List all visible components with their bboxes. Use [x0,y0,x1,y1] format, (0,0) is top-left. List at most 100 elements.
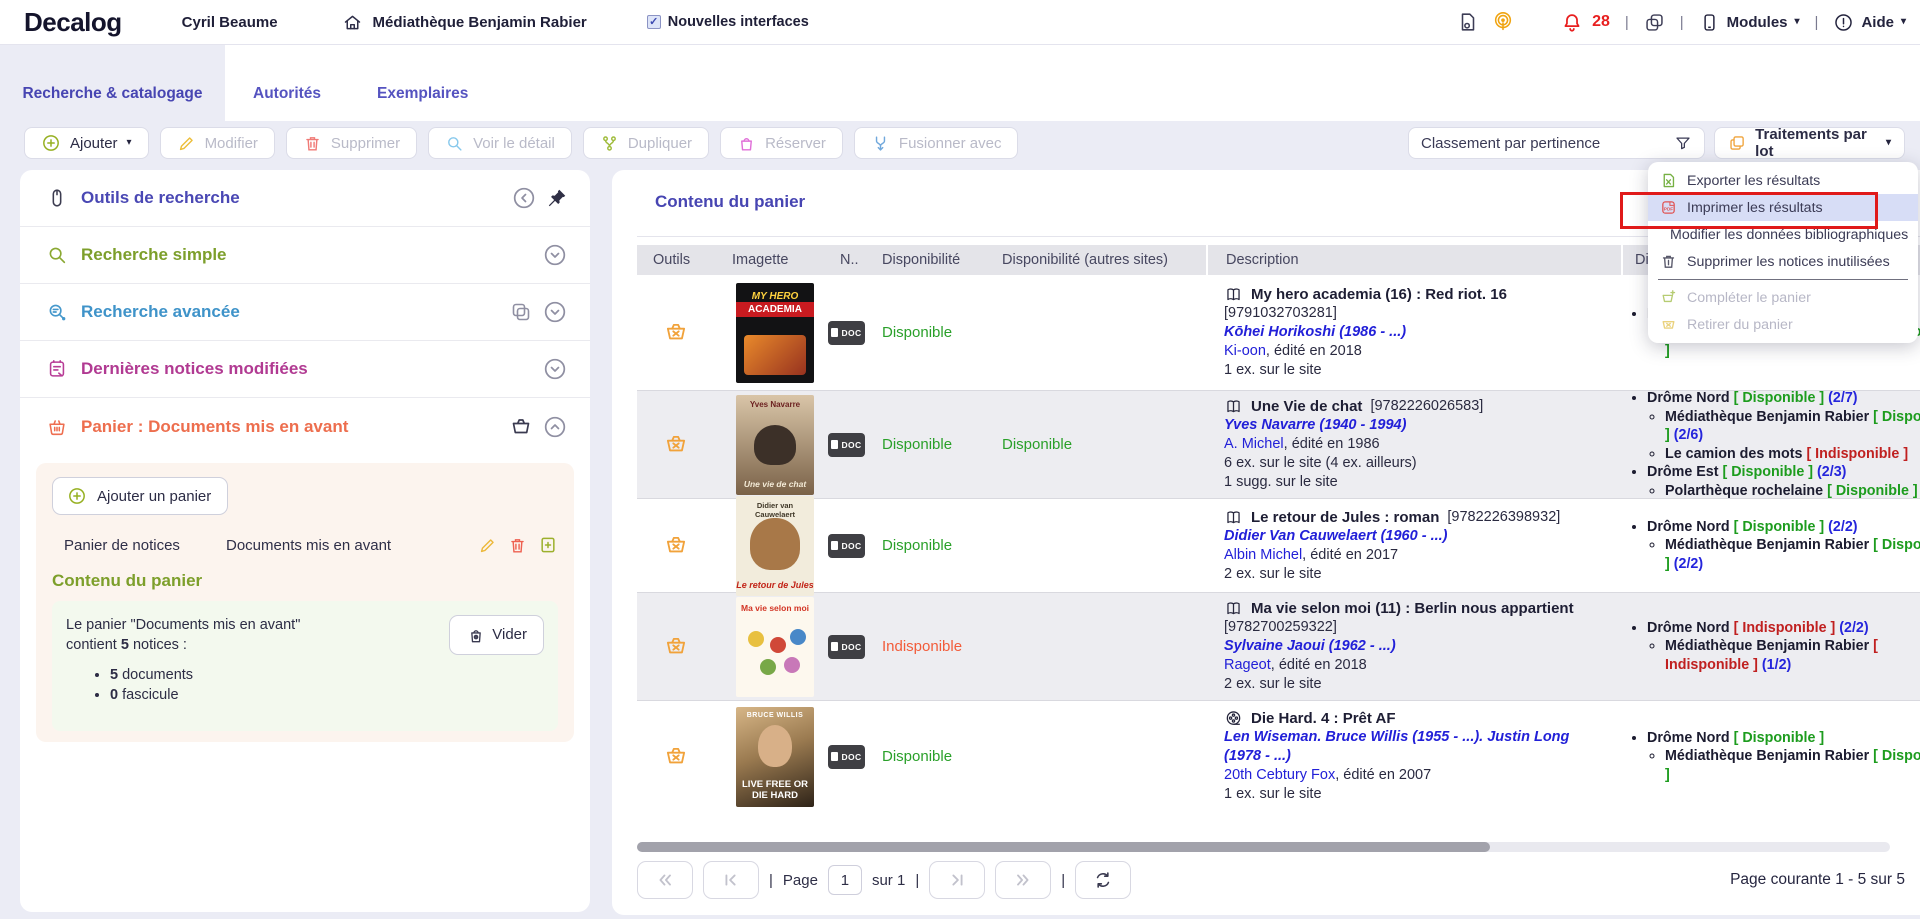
table-row[interactable]: BRUCE WILLIS LIVE FREE OR DIE HARD DOC D… [637,700,1920,812]
last-page-button[interactable] [995,861,1051,899]
new-interfaces-toggle[interactable]: ✓ Nouvelles interfaces [647,14,809,30]
previous-page-button[interactable] [703,861,759,899]
menu-item-remove-from-basket[interactable]: Retirer du panier [1648,311,1918,338]
record-author-link[interactable]: Didier Van Cauwelaert (1960 - ...) [1224,527,1447,546]
menu-item-print-results[interactable]: PDF Imprimer les résultats [1648,194,1918,221]
sort-select[interactable]: Classement par pertinence [1408,127,1705,159]
record-publisher-link[interactable]: Albin Michel [1224,546,1302,565]
record-author-link[interactable]: Kōhei Horikoshi (1986 - ...) [1224,323,1406,342]
remove-from-basket-icon[interactable] [663,432,689,458]
menu-item-edit-bibliographic-data[interactable]: Modifier les données bibliographiques [1648,221,1918,248]
view-detail-button[interactable]: Voir le détail [428,127,572,159]
library-name[interactable]: Médiathèque Benjamin Rabier [373,14,587,31]
remove-from-basket-icon[interactable] [663,744,689,770]
batch-actions-button[interactable]: Traitements par lot▾ [1714,127,1905,159]
help-menu[interactable]: Aide ▾ [1833,12,1906,33]
tab-autorites[interactable]: Autorités [225,45,349,121]
cell-tools [637,391,724,498]
modules-menu[interactable]: Modules ▾ [1699,12,1800,33]
movie-cover[interactable]: BRUCE WILLIS LIVE FREE OR DIE HARD [736,707,814,807]
table-row[interactable]: Yves Navarre Une vie de chat DOC Disponi… [637,390,1920,498]
record-author-link[interactable]: Yves Navarre (1940 - 1994) [1224,416,1406,435]
document-export-icon[interactable] [1457,11,1479,33]
scrollbar-thumb[interactable] [637,842,1490,852]
duplicate-button[interactable]: Dupliquer [583,127,709,159]
record-publisher-link[interactable]: Ki-oon [1224,342,1266,361]
menu-divider [1658,279,1908,280]
delete-button[interactable]: Supprimer [286,127,417,159]
sidebar-item-outils-de-recherche[interactable]: Outils de recherche [20,170,590,227]
cell-nature: DOC [828,499,872,592]
plus-circle-icon [41,133,61,153]
menu-item-delete-unused-records[interactable]: Supprimer les notices inutilisées [1648,248,1918,275]
caret-down-icon: ▾ [1795,17,1800,27]
book-cover[interactable]: MY HERO ACADEMIA [736,283,814,383]
record-publisher-link[interactable]: A. Michel [1224,435,1284,454]
horizontal-scrollbar[interactable] [637,842,1890,852]
record-title[interactable]: Ma vie selon moi (11) : Berlin nous appa… [1251,599,1574,618]
reserve-button[interactable]: Réserver [720,127,843,159]
book-cover[interactable]: Didier van Cauwelaert Le retour de Jules [736,496,814,596]
record-title[interactable]: Une Vie de chat [1251,397,1362,416]
empty-basket-button[interactable]: Vider [449,615,544,655]
remove-from-basket-icon[interactable] [663,634,689,660]
record-author-link[interactable]: Len Wiseman. Bruce Willis (1955 - ...). … [1224,728,1604,766]
record-isbn: [9782226026583] [1370,397,1483,416]
table-row[interactable]: Didier van Cauwelaert Le retour de Jules… [637,498,1920,592]
app-logo[interactable]: Decalog [24,7,122,38]
double-chevron-left-icon [654,869,676,891]
site-availability: Drôme Nord [ Disponible ] (2/2) [1647,518,1920,537]
next-page-button[interactable] [929,861,985,899]
book-cover[interactable]: Ma vie selon moi [736,597,814,697]
first-page-button[interactable] [637,861,693,899]
cell-description: Une Vie de chat [9782226026583] Yves Nava… [1206,391,1621,498]
cell-availability: Disponible [872,701,992,812]
page-input[interactable] [828,865,862,895]
basket-stat-documents: 5 documents [110,665,544,685]
separator: | [915,872,919,889]
tab-exemplaires[interactable]: Exemplaires [349,45,496,121]
cell-availability: Disponible [872,391,992,498]
sidebar-item-panier[interactable]: Panier : Documents mis en avant [20,398,590,455]
edit-button[interactable]: Modifier [160,127,275,159]
record-copies: 1 ex. sur le site [1224,361,1322,380]
remove-from-basket-icon[interactable] [663,320,689,346]
remove-from-basket-icon[interactable] [663,533,689,559]
notification-count[interactable]: 28 [1592,13,1610,31]
record-publisher-link[interactable]: Rageot [1224,656,1271,675]
record-isbn: [9782700259322] [1224,618,1337,637]
beacon-icon[interactable] [1492,11,1514,33]
cart-remove-icon [1660,316,1677,333]
menu-item-complete-basket[interactable]: Compléter le panier [1648,284,1918,311]
delete-basket-icon[interactable] [508,536,527,555]
add-basket-button[interactable]: Ajouter un panier [52,477,228,515]
book-icon [1224,285,1243,304]
record-author-link[interactable]: Sylvaine Jaoui (1962 - ...) [1224,637,1396,656]
record-title[interactable]: Le retour de Jules : roman [1251,508,1439,527]
basket-stat-fascicule: 0 fascicule [110,685,544,705]
notifications-bell-icon[interactable] [1561,11,1583,33]
book-cover[interactable]: Yves Navarre Une vie de chat [736,395,814,495]
sidebar-item-recherche-avancee[interactable]: Recherche avancée [20,284,590,341]
basket-field-value[interactable]: Documents mis en avant [226,537,391,554]
add-record-icon[interactable] [538,535,558,555]
film-reel-icon [1224,709,1243,728]
merge-button[interactable]: Fusionner avec [854,127,1019,159]
add-button[interactable]: Ajouter▾ [24,127,149,159]
current-user[interactable]: Cyril Beaume [182,14,278,31]
edit-basket-icon[interactable] [478,536,497,555]
tab-recherche-catalogage[interactable]: Recherche & catalogage [0,45,225,121]
cell-description: Die Hard. 4 : Prêt AF Len Wiseman. Bruce… [1206,701,1621,812]
sidebar-item-dernieres-notices[interactable]: Dernières notices modifiées [20,341,590,398]
table-row[interactable]: Ma vie selon moi DOC Indisponible Ma vie… [637,592,1920,700]
record-title[interactable]: My hero academia (16) : Red riot. 16 [1251,285,1507,304]
record-publisher-link[interactable]: 20th Cebtury Fox [1224,766,1335,785]
link-windows-icon[interactable] [1644,12,1665,33]
checkbox-checked-icon[interactable]: ✓ [647,15,661,29]
refresh-button[interactable] [1075,861,1131,899]
sidebar-item-recherche-simple[interactable]: Recherche simple [20,227,590,284]
menu-item-export-results[interactable]: Exporter les résultats [1648,167,1918,194]
cell-availability-other: Disponible [992,391,1206,498]
trash-icon [1660,253,1677,270]
record-title[interactable]: Die Hard. 4 : Prêt AF [1251,709,1395,728]
